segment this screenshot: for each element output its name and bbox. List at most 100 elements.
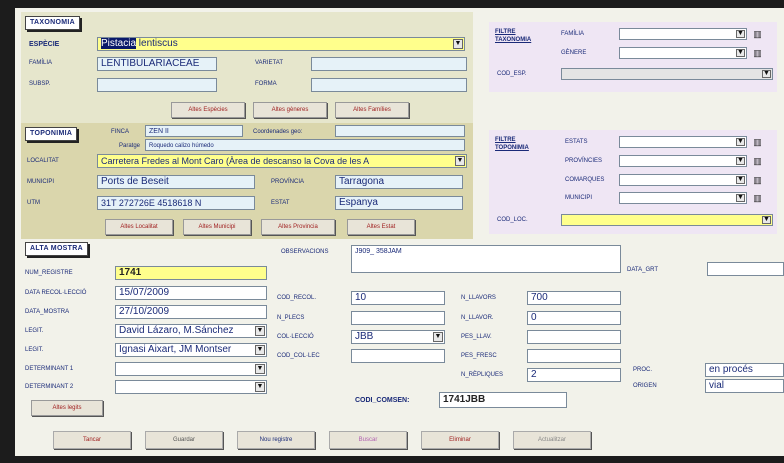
cod-recol-field[interactable]: 10 (351, 291, 445, 305)
leg-select[interactable]: David Lázaro, M.Sánchez ▼ (115, 324, 267, 338)
registre-field[interactable]: 1741 (115, 266, 267, 280)
coordenades-field[interactable] (335, 125, 465, 137)
actualitzar-button[interactable]: Actualitzar (513, 431, 591, 449)
eliminar-button[interactable]: Eliminar (421, 431, 499, 449)
determinant1-select[interactable]: ▼ (115, 362, 267, 376)
section-alta-mostra: ALTA MOSTRA (25, 242, 88, 256)
dropdown-arrow-icon[interactable]: ▼ (453, 39, 463, 49)
altes-families-button[interactable]: Altes Famílies (335, 102, 409, 118)
data-germ-field[interactable] (707, 262, 784, 276)
filter-provincies-select[interactable]: ▼ (619, 155, 747, 167)
observacions-field[interactable]: J909_ 358JAM (351, 245, 621, 273)
n-llavors2-label: N_LLAVOR. (461, 315, 494, 321)
trash-icon[interactable]: ▥ (753, 193, 762, 203)
finca-field[interactable]: ZEN II (145, 125, 243, 137)
n-llavors2-field[interactable]: 0 (527, 311, 621, 325)
trash-icon[interactable]: ▥ (753, 29, 762, 39)
dropdown-arrow-icon[interactable]: ▼ (736, 176, 745, 184)
filter-municipi-select[interactable]: ▼ (619, 192, 747, 204)
nou-registre-button[interactable]: Nou registre (237, 431, 315, 449)
trash-icon[interactable]: ▥ (753, 48, 762, 58)
especie-label: ESPÈCIE (29, 41, 60, 48)
collecio-label: COL·LECCIÓ (277, 334, 314, 340)
cod-comsen-field[interactable]: 1741JBB (439, 392, 567, 408)
pes-llav-label: PES_LLAV. (461, 334, 492, 340)
tancar-button[interactable]: Tancar (53, 431, 131, 449)
dropdown-arrow-icon[interactable]: ▼ (455, 156, 465, 166)
altes-legits-button[interactable]: Altes legits (31, 400, 103, 416)
paratge-field[interactable]: Roquedo calizo húmedo (145, 139, 465, 151)
varietat-field[interactable] (311, 57, 467, 71)
dropdown-arrow-icon[interactable]: ▼ (762, 70, 771, 78)
data-recollecio-label: DATA RECOL·LECCIÓ (25, 290, 87, 296)
dropdown-arrow-icon[interactable]: ▼ (255, 345, 265, 355)
dropdown-arrow-icon[interactable]: ▼ (736, 30, 745, 38)
altes-localitat-button[interactable]: Altes Localitat (105, 219, 173, 235)
cod-loc-select[interactable]: ▼ (561, 214, 773, 226)
forma-field[interactable] (311, 78, 467, 92)
especie-select[interactable]: Pistacia lentiscus ▼ (97, 37, 465, 51)
dropdown-arrow-icon[interactable]: ▼ (433, 332, 443, 342)
filter-comarques-select[interactable]: ▼ (619, 174, 747, 186)
cod-loc-label: COD_LOC. (497, 217, 528, 223)
guardar-button[interactable]: Guardar (145, 431, 223, 449)
buscar-button[interactable]: Buscar (329, 431, 407, 449)
filter-estats-select[interactable]: ▼ (619, 136, 747, 148)
filter-familia-select[interactable]: ▼ (619, 28, 747, 40)
localitat-select[interactable]: Carretera Fredes al Mont Caro (Àrea de d… (97, 154, 467, 168)
estat-field[interactable]: Espanya (335, 196, 463, 210)
utm-field[interactable]: 31T 272726E 4518618 N (97, 196, 255, 210)
toponimia-panel: TOPONIMIA FINCA ZEN II Coordenades geo: … (21, 123, 473, 239)
det-label: LEGIT. (25, 347, 44, 353)
trash-icon[interactable]: ▥ (753, 137, 762, 147)
familia-field[interactable]: LENTIBULARIACEAE (97, 57, 217, 71)
cod-collec-field[interactable] (351, 349, 445, 363)
n-llavors-field[interactable]: 700 (527, 291, 621, 305)
registre-label: NUM_REGISTRE (25, 270, 73, 276)
determinant2-select[interactable]: ▼ (115, 380, 267, 394)
altes-municipi-button[interactable]: Altes Municipi (183, 219, 251, 235)
origen-label: ORIGEN (633, 383, 657, 389)
dropdown-arrow-icon[interactable]: ▼ (736, 157, 745, 165)
det-select[interactable]: Ignasi Aixart, JM Montser ▼ (115, 343, 267, 357)
altes-generes-button[interactable]: Altes gèneres (253, 102, 327, 118)
trash-icon[interactable]: ▥ (753, 175, 762, 185)
dropdown-arrow-icon[interactable]: ▼ (255, 364, 265, 374)
proc-field[interactable]: en procés (705, 363, 784, 377)
filter-genere-select[interactable]: ▼ (619, 47, 747, 59)
altes-estat-button[interactable]: Altes Estat (347, 219, 415, 235)
dropdown-arrow-icon[interactable]: ▼ (255, 326, 265, 336)
altes-especies-button[interactable]: Altes Espècies (171, 102, 245, 118)
provincies-label: PROVÍNCIES (565, 158, 603, 164)
data-recollecio-field[interactable]: 15/07/2009 (115, 286, 267, 300)
dropdown-arrow-icon[interactable]: ▼ (736, 194, 745, 202)
data-mostra-field[interactable]: 27/10/2009 (115, 305, 267, 319)
n-plecs-field[interactable] (351, 311, 445, 325)
data-germ-label: DATA_GRT (627, 267, 659, 273)
dropdown-arrow-icon[interactable]: ▼ (736, 49, 745, 57)
pes-llav-field[interactable] (527, 330, 621, 344)
det-value: Ignasi Aixart, JM Montser (119, 344, 232, 355)
filtre-taxonomia-panel: FILTRE TAXONOMIA FAMÍLIA ▼ ▥ GÈNERE ▼ ▥ … (489, 22, 777, 92)
determinant1-label: DETERMINANT 1 (25, 366, 74, 372)
forma-label: FORMA (255, 81, 277, 87)
localitat-label: LOCALITAT (27, 158, 59, 164)
determinant2-label: DETERMINANT 2 (25, 384, 74, 390)
subsp-field[interactable] (97, 78, 217, 92)
finca-label: FINCA (111, 129, 129, 135)
varietat-label: VARIETAT (255, 60, 284, 66)
dropdown-arrow-icon[interactable]: ▼ (762, 216, 771, 224)
municipi-field[interactable]: Ports de Beseit (97, 175, 255, 189)
dropdown-arrow-icon[interactable]: ▼ (736, 138, 745, 146)
n-replicas-field[interactable]: 2 (527, 368, 621, 382)
pes-fresc-field[interactable] (527, 349, 621, 363)
utm-label: UTM (27, 200, 40, 206)
provincia-field[interactable]: Tarragona (335, 175, 463, 189)
trash-icon[interactable]: ▥ (753, 156, 762, 166)
collecio-select[interactable]: JBB ▼ (351, 330, 445, 344)
filtre-toponimia-title: FILTRE TOPONIMIA (495, 137, 529, 151)
origen-field[interactable]: vial (705, 379, 784, 393)
dropdown-arrow-icon[interactable]: ▼ (255, 382, 265, 392)
cod-esp-select[interactable]: ▼ (561, 68, 773, 80)
altes-provincia-button[interactable]: Altes Provincia (261, 219, 335, 235)
